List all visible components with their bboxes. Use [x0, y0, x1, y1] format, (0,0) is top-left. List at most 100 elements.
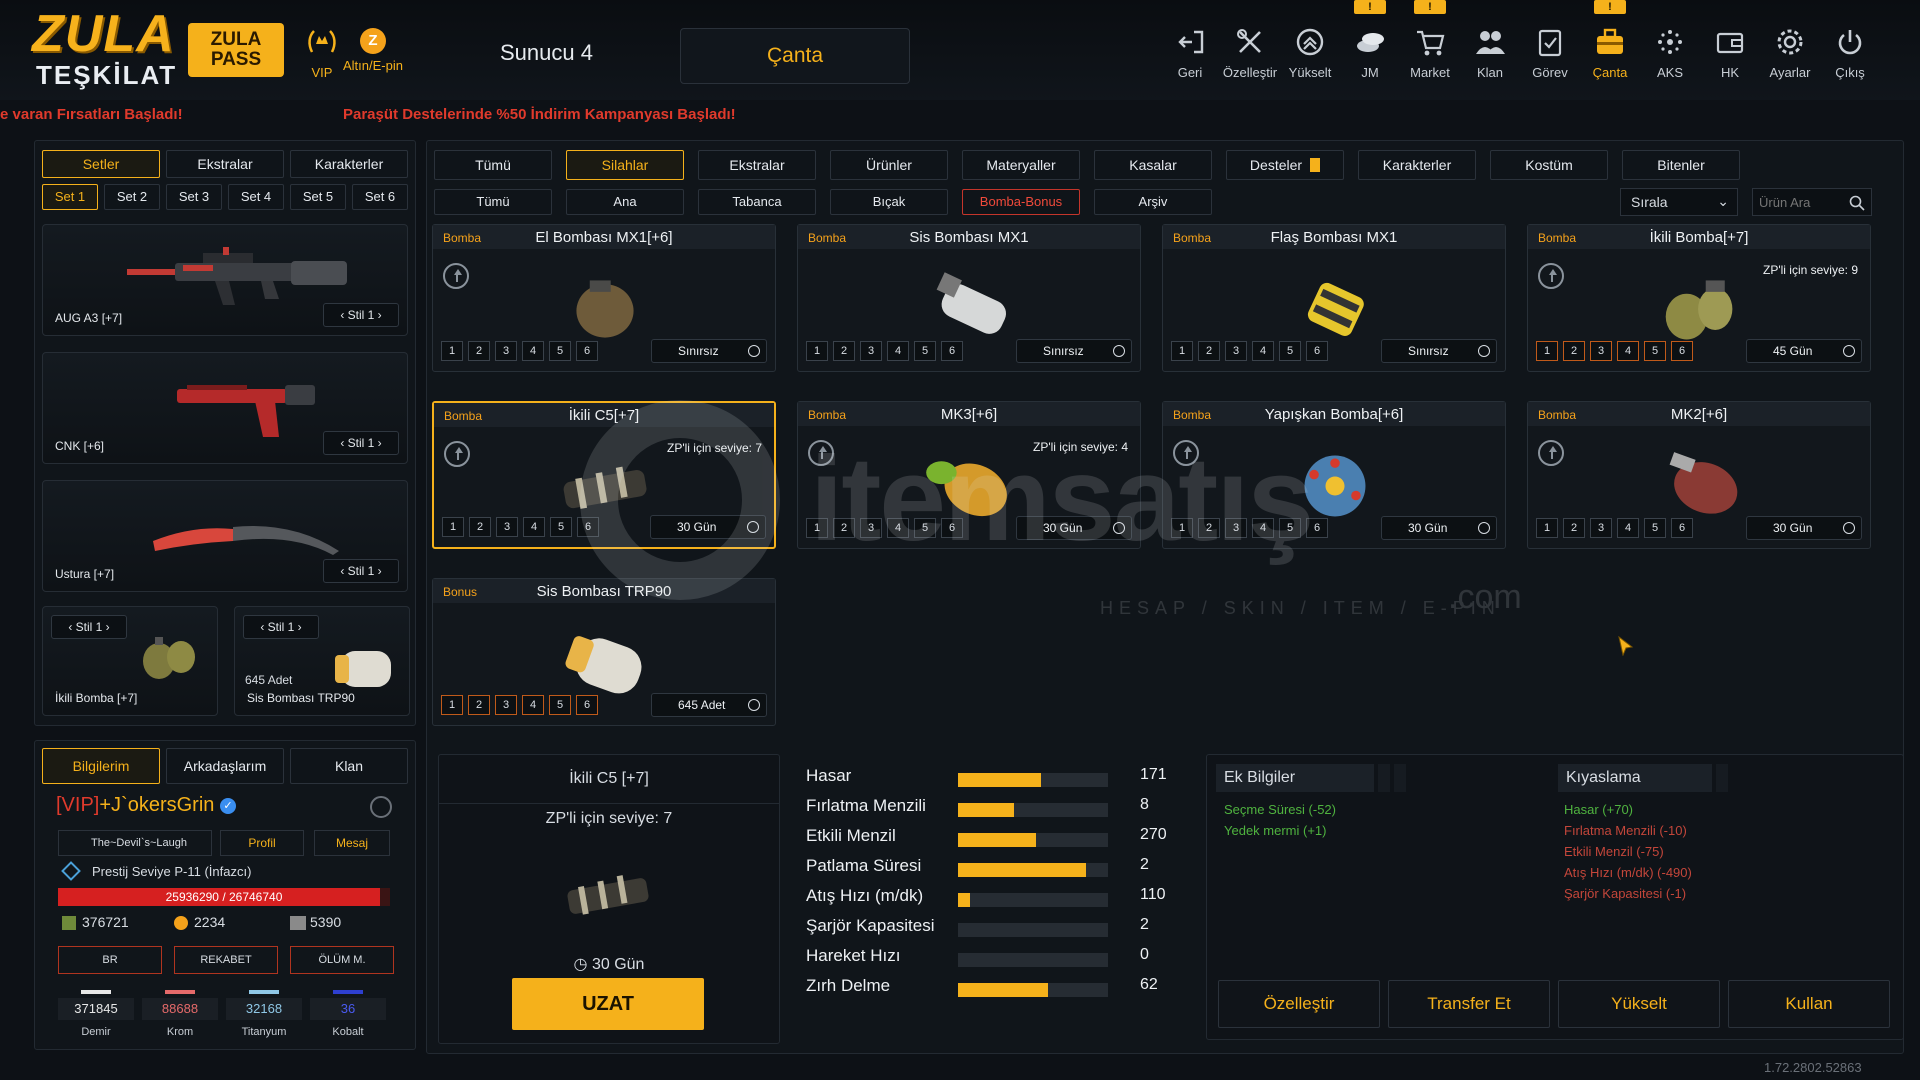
status-icon[interactable]: [370, 796, 392, 818]
set-slot-button[interactable]: 3: [1590, 341, 1612, 361]
grenade2-style-selector[interactable]: ‹ Stil 1 ›: [243, 615, 319, 639]
set-slot-button[interactable]: 4: [1617, 518, 1639, 538]
melee-weapon-slot[interactable]: Ustura [+7] ‹ Stil 1 ›: [42, 480, 408, 592]
set-slot-button[interactable]: 2: [1198, 518, 1220, 538]
set-slot-button[interactable]: 6: [941, 341, 963, 361]
nav-tools[interactable]: Özelleştir: [1220, 0, 1280, 100]
set-slot-button[interactable]: 4: [887, 518, 909, 538]
main-tab-9[interactable]: Kostüm: [1490, 150, 1608, 180]
nav-back[interactable]: Geri: [1160, 0, 1220, 100]
zula-pass-button[interactable]: ZULA PASS: [188, 23, 284, 77]
transfer-button[interactable]: Transfer Et: [1388, 980, 1550, 1028]
nav-power[interactable]: Çıkış: [1820, 0, 1880, 100]
main-tab-10[interactable]: Bitenler: [1622, 150, 1740, 180]
set-slot-button[interactable]: 2: [468, 341, 490, 361]
inventory-item-card[interactable]: Bomba Flaş Bombası MX1 1 2 3 4 5 6 Sınırsız: [1162, 224, 1506, 372]
main-tab-4[interactable]: Ürünler: [830, 150, 948, 180]
melee-style-selector[interactable]: ‹ Stil 1 ›: [323, 559, 399, 583]
set-slot-button[interactable]: 5: [914, 341, 936, 361]
sub-tab-5[interactable]: Bomba-Bonus: [962, 189, 1080, 215]
set-slot-button[interactable]: 5: [1279, 518, 1301, 538]
set-slot-button[interactable]: 4: [522, 341, 544, 361]
set-slot-button[interactable]: 4: [522, 695, 544, 715]
upgrade-arrow-icon[interactable]: [808, 440, 834, 466]
set-slot-button[interactable]: 6: [941, 518, 963, 538]
set-tab-3[interactable]: Set 3: [166, 184, 222, 210]
set-slot-button[interactable]: 6: [576, 341, 598, 361]
set-slot-button[interactable]: 6: [1306, 341, 1328, 361]
mode-olum-button[interactable]: ÖLÜM M.: [290, 946, 394, 974]
search-icon[interactable]: [1849, 195, 1865, 211]
grenade-slot-1[interactable]: ‹ Stil 1 › İkili Bomba [+7]: [42, 606, 218, 716]
set-slot-button[interactable]: 5: [549, 695, 571, 715]
set-tab-4[interactable]: Set 4: [228, 184, 284, 210]
sub-tab-2[interactable]: Ana: [566, 189, 684, 215]
use-button[interactable]: Kullan: [1728, 980, 1890, 1028]
inventory-item-card[interactable]: Bomba MK2[+6] 1 2 3 4 5 6 30 Gün: [1527, 401, 1871, 549]
nav-cart[interactable]: ! Market: [1400, 0, 1460, 100]
inventory-item-card[interactable]: Bomba El Bombası MX1[+6] 1 2 3 4 5 6 Sınırsız: [432, 224, 776, 372]
inventory-item-card[interactable]: Bomba İkili C5[+7] ZP'li için seviye: 7123…: [432, 401, 776, 549]
set-slot-button[interactable]: 5: [550, 517, 572, 537]
customize-button[interactable]: Özelleştir: [1218, 980, 1380, 1028]
extend-button[interactable]: UZAT: [512, 978, 704, 1030]
set-tab-6[interactable]: Set 6: [352, 184, 408, 210]
tab-arkadaslarim[interactable]: Arkadaşlarım: [166, 748, 284, 784]
main-tab-8[interactable]: Karakterler: [1358, 150, 1476, 180]
set-tab-2[interactable]: Set 2: [104, 184, 160, 210]
set-slot-button[interactable]: 3: [1225, 341, 1247, 361]
altin-epin-button[interactable]: Z Altın/E-pin: [338, 26, 408, 73]
secondary-weapon-slot[interactable]: CNK [+6] ‹ Stil 1 ›: [42, 352, 408, 464]
primary-style-selector[interactable]: ‹ Stil 1 ›: [323, 303, 399, 327]
set-slot-button[interactable]: 5: [1279, 341, 1301, 361]
set-slot-button[interactable]: 4: [1617, 341, 1639, 361]
grenade1-style-selector[interactable]: ‹ Stil 1 ›: [51, 615, 127, 639]
nav-bag[interactable]: ! Çanta: [1580, 0, 1640, 100]
set-slot-button[interactable]: 3: [495, 695, 517, 715]
main-tab-5[interactable]: Materyaller: [962, 150, 1080, 180]
sub-tab-3[interactable]: Tabanca: [698, 189, 816, 215]
set-tab-5[interactable]: Set 5: [290, 184, 346, 210]
set-slot-button[interactable]: 3: [860, 341, 882, 361]
set-slot-button[interactable]: 1: [441, 695, 463, 715]
set-slot-button[interactable]: 4: [887, 341, 909, 361]
mode-rekabet-button[interactable]: REKABET: [174, 946, 278, 974]
set-slot-button[interactable]: 6: [1671, 518, 1693, 538]
set-slot-button[interactable]: 6: [577, 517, 599, 537]
set-slot-button[interactable]: 2: [1563, 518, 1585, 538]
set-slot-button[interactable]: 1: [442, 517, 464, 537]
set-slot-button[interactable]: 3: [860, 518, 882, 538]
set-slot-button[interactable]: 1: [806, 341, 828, 361]
set-slot-button[interactable]: 4: [523, 517, 545, 537]
secondary-style-selector[interactable]: ‹ Stil 1 ›: [323, 431, 399, 455]
set-slot-button[interactable]: 3: [1590, 518, 1612, 538]
set-slot-button[interactable]: 1: [441, 341, 463, 361]
nav-upgrade[interactable]: Yükselt: [1280, 0, 1340, 100]
set-slot-button[interactable]: 2: [833, 518, 855, 538]
sub-tab-6[interactable]: Arşiv: [1094, 189, 1212, 215]
inventory-item-card[interactable]: Bomba Yapışkan Bomba[+6] 1 2 3 4 5 6 30 Gün: [1162, 401, 1506, 549]
set-slot-button[interactable]: 2: [1563, 341, 1585, 361]
profile-button[interactable]: Profil: [220, 830, 304, 856]
nav-aks[interactable]: AKS: [1640, 0, 1700, 100]
main-tab-6[interactable]: Kasalar: [1094, 150, 1212, 180]
set-slot-button[interactable]: 3: [1225, 518, 1247, 538]
set-slot-button[interactable]: 5: [549, 341, 571, 361]
set-slot-button[interactable]: 1: [806, 518, 828, 538]
inventory-item-card[interactable]: Bomba İkili Bomba[+7] ZP'li için seviye: 9…: [1527, 224, 1871, 372]
nav-task[interactable]: Görev: [1520, 0, 1580, 100]
set-slot-button[interactable]: 6: [1671, 341, 1693, 361]
upgrade-arrow-icon[interactable]: [1538, 440, 1564, 466]
sub-tab-1[interactable]: Tümü: [434, 189, 552, 215]
nav-clan[interactable]: Klan: [1460, 0, 1520, 100]
upgrade-arrow-icon[interactable]: [444, 441, 470, 467]
grenade-slot-2[interactable]: ‹ Stil 1 › 645 Adet Sis Bombası TRP90: [234, 606, 410, 716]
clan-name-pill[interactable]: The~Devil`s~Laugh: [58, 830, 212, 856]
sub-tab-4[interactable]: Bıçak: [830, 189, 948, 215]
search-input[interactable]: [1753, 189, 1849, 215]
set-slot-button[interactable]: 2: [1198, 341, 1220, 361]
nav-coins[interactable]: ! JM: [1340, 0, 1400, 100]
tab-setler[interactable]: Setler: [42, 150, 160, 178]
set-slot-button[interactable]: 2: [468, 695, 490, 715]
sort-dropdown[interactable]: Sırala ⌄: [1620, 188, 1738, 216]
